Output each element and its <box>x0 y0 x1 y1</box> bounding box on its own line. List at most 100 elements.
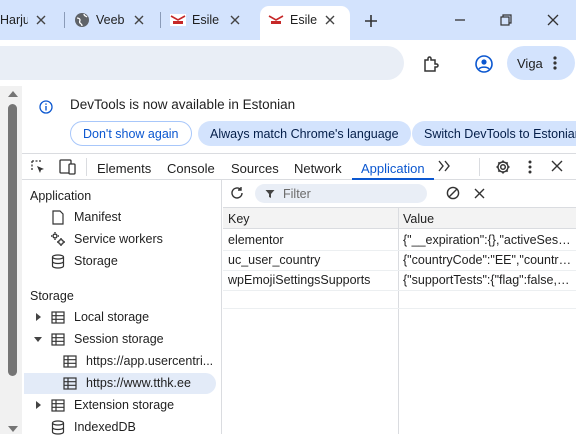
database-icon <box>50 253 66 269</box>
expand-arrow-icon[interactable] <box>36 401 41 409</box>
tab-separator <box>64 12 65 28</box>
profile-error-button[interactable]: Viga <box>507 46 575 80</box>
table-icon <box>50 309 66 325</box>
scrollbar-thumb[interactable] <box>8 104 17 376</box>
devtools-menu-icon[interactable] <box>525 158 535 175</box>
filter-funnel-icon <box>265 189 275 198</box>
new-tab-button[interactable] <box>361 11 381 31</box>
row-divider <box>223 250 576 251</box>
table-cell-key[interactable]: uc_user_country <box>228 253 393 267</box>
tab-title: Esileh <box>192 13 220 27</box>
sidebar-item-extension-storage[interactable]: Extension storage <box>50 394 174 416</box>
delete-selected-icon[interactable] <box>472 186 486 200</box>
scroll-down-arrow[interactable] <box>8 426 18 432</box>
column-header-key[interactable]: Key <box>228 212 250 226</box>
database-icon <box>50 419 66 435</box>
more-tabs-icon[interactable] <box>436 158 452 174</box>
close-icon[interactable] <box>36 0 46 40</box>
sidebar-item-manifest[interactable]: Manifest <box>50 206 121 228</box>
sidebar-item-label: Local storage <box>74 310 150 324</box>
sidebar-item-label: Extension storage <box>74 398 175 412</box>
table-icon <box>62 353 78 369</box>
browser-tab-active[interactable]: Esileh <box>268 0 348 40</box>
tab-network[interactable]: Network <box>294 161 342 176</box>
table-icon <box>50 397 66 413</box>
expand-arrow-icon[interactable] <box>36 313 41 321</box>
settings-gear-icon[interactable] <box>494 158 511 175</box>
row-divider <box>223 270 576 271</box>
sidebar-item-tthk-origin[interactable]: https://www.tthk.ee <box>62 372 191 394</box>
tab-title: Veeb <box>96 13 124 27</box>
browser-tab-1[interactable]: Harju <box>0 0 60 40</box>
scroll-up-arrow[interactable] <box>8 91 18 97</box>
table-icon <box>62 375 78 391</box>
table-cell-key[interactable]: elementor <box>228 233 393 247</box>
section-header-storage: Storage <box>30 289 74 303</box>
sidebar-item-label: Manifest <box>74 210 122 224</box>
collapse-arrow-icon[interactable] <box>34 337 42 342</box>
table-cell-value[interactable]: {"supportTests":{"flag":false,"e... <box>403 273 573 287</box>
browser-tab-2[interactable]: Veeb <box>74 0 160 40</box>
device-toolbar-icon[interactable] <box>58 159 76 175</box>
tab-sources[interactable]: Sources <box>231 161 279 176</box>
sidebar-item-indexeddb[interactable]: IndexedDB <box>50 416 136 438</box>
sidebar-item-label: https://www.tthk.ee <box>86 376 191 390</box>
refresh-icon[interactable] <box>229 185 245 201</box>
file-icon <box>50 209 66 225</box>
sidebar-item-label: Service workers <box>74 232 163 246</box>
address-bar[interactable] <box>0 46 404 80</box>
profile-error-label: Viga <box>517 55 543 71</box>
table-cell-key[interactable]: wpEmojiSettingsSupports <box>228 273 396 287</box>
session-storage-table: Key Value elementor {"__expiration":{},"… <box>223 208 576 434</box>
row-divider <box>223 290 576 291</box>
tab-title: Esileh <box>290 13 318 27</box>
filter-input[interactable]: Filter <box>255 184 427 203</box>
dont-show-again-button[interactable]: Don't show again <box>70 121 192 146</box>
close-icon[interactable] <box>230 0 240 40</box>
profile-icon[interactable] <box>473 53 495 75</box>
table-header <box>223 208 576 229</box>
switch-language-button[interactable]: Switch DevTools to Estonian <box>412 121 576 146</box>
table-icon <box>50 331 66 347</box>
sidebar-item-label: Storage <box>74 254 118 268</box>
sidebar-item-service-workers[interactable]: Service workers <box>50 228 163 250</box>
more-vertical-icon <box>553 56 557 70</box>
toolbar-divider <box>479 158 480 176</box>
sidebar-item-label: IndexedDB <box>74 420 136 434</box>
tab-elements[interactable]: Elements <box>97 161 151 176</box>
close-devtools-icon[interactable] <box>550 159 564 173</box>
sidebar-item-local-storage[interactable]: Local storage <box>50 306 149 328</box>
tab-separator <box>160 12 161 28</box>
minimize-icon[interactable] <box>452 12 468 28</box>
sidebar-item-session-storage[interactable]: Session storage <box>50 328 164 350</box>
infobar-message: DevTools is now available in Estonian <box>70 97 296 112</box>
clear-all-icon[interactable] <box>445 185 461 201</box>
sidebar-item-storage[interactable]: Storage <box>50 250 118 272</box>
sidebar-item-label: https://app.usercentri... <box>86 354 214 368</box>
sidebar-item-usercentrics-origin[interactable]: https://app.usercentri... <box>62 350 214 372</box>
tthk-logo-icon <box>268 12 284 28</box>
close-icon[interactable] <box>325 0 335 40</box>
section-header-application: Application <box>30 189 92 203</box>
table-cell-value[interactable]: {"countryCode":"EE","country... <box>403 253 573 267</box>
tab-title: Harju <box>0 13 28 27</box>
column-header-value[interactable]: Value <box>403 212 434 226</box>
tthk-logo-icon <box>170 12 186 28</box>
extensions-icon[interactable] <box>421 54 441 74</box>
column-divider <box>398 208 399 434</box>
inspect-element-icon[interactable] <box>30 159 46 175</box>
globe-icon <box>74 12 90 28</box>
restore-icon[interactable] <box>498 12 514 28</box>
close-window-icon[interactable] <box>545 12 561 28</box>
tab-console[interactable]: Console <box>167 161 215 176</box>
table-cell-value[interactable]: {"__expiration":{},"activeSessio... <box>403 233 573 247</box>
row-divider <box>223 308 576 309</box>
sidebar-item-label: Session storage <box>74 332 164 346</box>
tab-application[interactable]: Application <box>361 161 425 176</box>
info-icon <box>38 99 54 115</box>
close-icon[interactable] <box>134 0 144 40</box>
browser-tab-3[interactable]: Esileh <box>170 0 256 40</box>
gears-icon <box>50 231 66 247</box>
filter-placeholder: Filter <box>283 186 311 201</box>
match-language-button[interactable]: Always match Chrome's language <box>198 121 411 146</box>
